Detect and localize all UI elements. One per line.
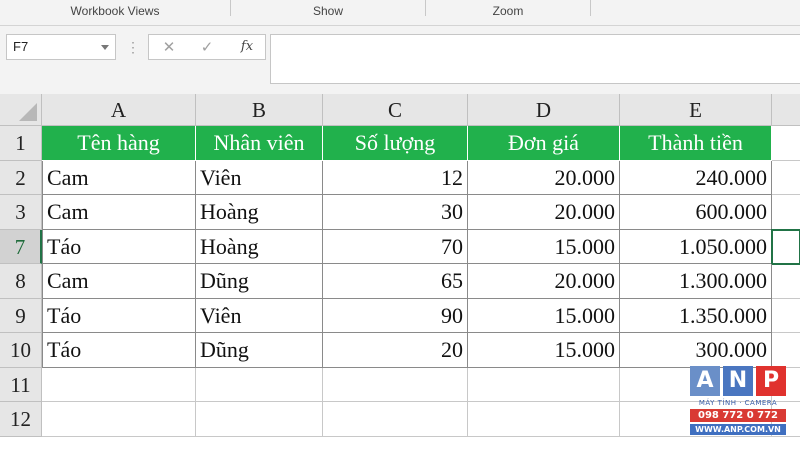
select-all-button[interactable]: [0, 94, 42, 126]
table-cell[interactable]: Cam: [42, 160, 196, 195]
table-cell[interactable]: [42, 367, 196, 402]
anp-watermark: A N P MÁY TÍNH · CAMERA 098 772 0 772 WW…: [690, 366, 786, 438]
anp-phone: 098 772 0 772: [690, 409, 786, 422]
row-header-7[interactable]: 7: [0, 229, 42, 264]
row-header-10[interactable]: 10: [0, 333, 42, 368]
table-cell[interactable]: 20.000: [468, 195, 620, 230]
ribbon-group-zoom[interactable]: Zoom: [426, 0, 590, 22]
header-cell[interactable]: Số lượng: [323, 126, 468, 161]
spreadsheet-grid: A B C D E 1 Tên hàng Nhân viên Số lượng Đơn giá Th…: [0, 94, 800, 450]
table-cell[interactable]: Cam: [42, 264, 196, 299]
table-cell[interactable]: [42, 402, 196, 437]
table-cell[interactable]: Cam: [42, 195, 196, 230]
table-cell[interactable]: [772, 299, 800, 333]
table-cell[interactable]: 70: [323, 229, 468, 264]
column-header-b[interactable]: B: [196, 94, 323, 126]
table-cell[interactable]: Viên: [196, 298, 323, 333]
table-cell[interactable]: [468, 367, 620, 402]
table-cell[interactable]: Viên: [196, 160, 323, 195]
table-cell[interactable]: 20.000: [468, 160, 620, 195]
table-cell[interactable]: 1.350.000: [620, 298, 772, 333]
table-cell[interactable]: [772, 161, 800, 195]
table-cell[interactable]: Hoàng: [196, 229, 323, 264]
row-header-11[interactable]: 11: [0, 367, 42, 402]
table-cell[interactable]: [323, 402, 468, 437]
select-all-icon: [19, 103, 37, 121]
table-cell[interactable]: 15.000: [468, 229, 620, 264]
column-header-c[interactable]: C: [323, 94, 468, 126]
table-cell[interactable]: 65: [323, 264, 468, 299]
ribbon-group-show[interactable]: Show: [231, 0, 425, 22]
table-cell[interactable]: 240.000: [620, 160, 772, 195]
row-header-3[interactable]: 3: [0, 195, 42, 230]
table-cell[interactable]: 20: [323, 333, 468, 368]
table-cell[interactable]: Táo: [42, 333, 196, 368]
table-cell[interactable]: 30: [323, 195, 468, 230]
row-header-2[interactable]: 2: [0, 160, 42, 195]
table-cell[interactable]: [772, 195, 800, 230]
row-header-8[interactable]: 8: [0, 264, 42, 299]
chevron-down-icon[interactable]: [101, 45, 109, 50]
drag-handle-icon[interactable]: ⋮: [126, 37, 140, 57]
name-box-value: F7: [13, 39, 29, 54]
table-cell[interactable]: 1.050.000: [620, 229, 772, 264]
formula-input[interactable]: [270, 34, 800, 84]
header-cell[interactable]: Thành tiền: [620, 126, 772, 161]
table-cell[interactable]: Dũng: [196, 333, 323, 368]
column-header-e[interactable]: E: [620, 94, 772, 126]
insert-function-icon[interactable]: fx: [229, 35, 265, 59]
table-cell[interactable]: 300.000: [620, 333, 772, 368]
table-cell[interactable]: [323, 367, 468, 402]
anp-logo-letter-p: P: [756, 366, 786, 396]
table-cell[interactable]: 600.000: [620, 195, 772, 230]
table-cell[interactable]: [772, 264, 800, 299]
table-cell[interactable]: Táo: [42, 229, 196, 264]
column-header-f[interactable]: [772, 94, 800, 126]
name-box[interactable]: F7: [6, 34, 116, 60]
column-header-d[interactable]: D: [468, 94, 620, 126]
table-cell[interactable]: [196, 367, 323, 402]
table-cell[interactable]: [772, 230, 800, 264]
enter-icon[interactable]: ✓: [189, 35, 225, 59]
header-cell[interactable]: Đơn giá: [468, 126, 620, 161]
ribbon-group-labels: Workbook Views Show Zoom: [0, 0, 800, 26]
anp-tagline: MÁY TÍNH · CAMERA: [698, 399, 778, 407]
table-cell[interactable]: [772, 126, 800, 161]
row-header-12[interactable]: 12: [0, 402, 42, 437]
anp-logo-letter-a: A: [690, 366, 720, 396]
table-cell[interactable]: [772, 333, 800, 368]
row-header-1[interactable]: 1: [0, 126, 42, 161]
table-cell[interactable]: 12: [323, 160, 468, 195]
table-cell[interactable]: Dũng: [196, 264, 323, 299]
table-cell[interactable]: [196, 402, 323, 437]
column-header-a[interactable]: A: [42, 94, 196, 126]
anp-logo-letter-n: N: [723, 366, 753, 396]
row-header-9[interactable]: 9: [0, 298, 42, 333]
anp-website: WWW.ANP.COM.VN: [690, 424, 786, 435]
header-cell[interactable]: Tên hàng: [42, 126, 196, 161]
ribbon-group-workbook-views[interactable]: Workbook Views: [0, 0, 230, 22]
table-cell[interactable]: 90: [323, 298, 468, 333]
formula-bar-area: F7 ⋮ ✕ ✓ fx: [0, 26, 800, 94]
header-cell[interactable]: Nhân viên: [196, 126, 323, 161]
table-cell[interactable]: 15.000: [468, 298, 620, 333]
table-cell[interactable]: Hoàng: [196, 195, 323, 230]
table-cell[interactable]: Táo: [42, 298, 196, 333]
table-cell[interactable]: 15.000: [468, 333, 620, 368]
table-cell[interactable]: 1.300.000: [620, 264, 772, 299]
cancel-icon[interactable]: ✕: [151, 35, 187, 59]
table-cell[interactable]: [468, 402, 620, 437]
formula-buttons: ✕ ✓ fx: [148, 34, 266, 60]
table-cell[interactable]: 20.000: [468, 264, 620, 299]
ribbon-separator: [590, 0, 591, 16]
